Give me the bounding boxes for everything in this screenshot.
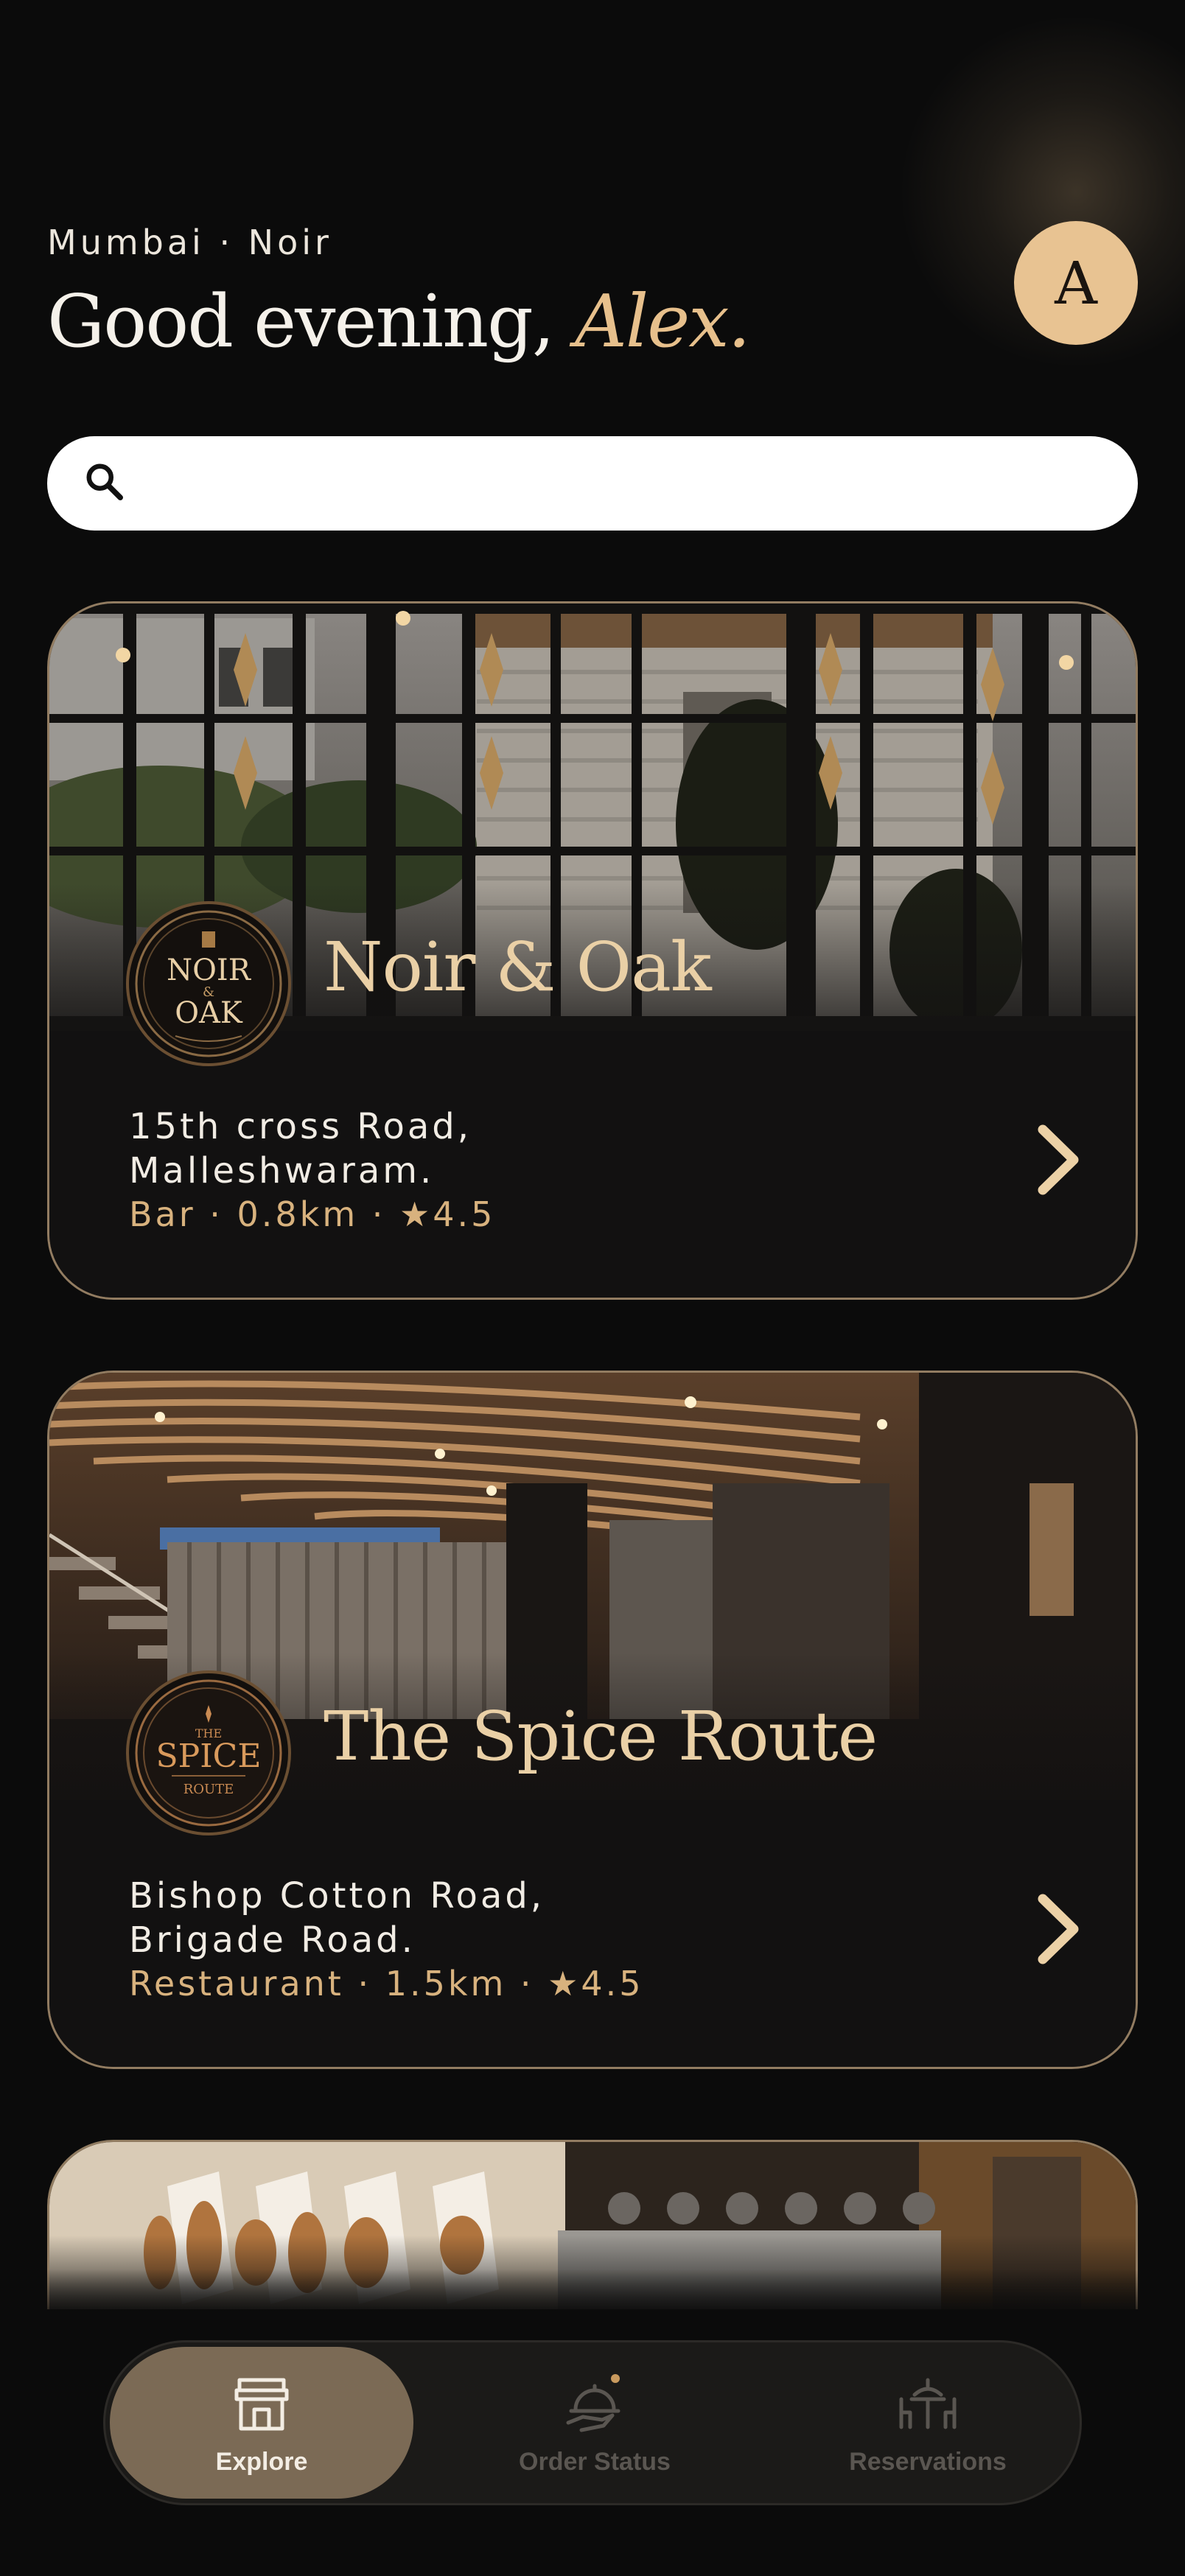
storefront-icon xyxy=(234,2378,289,2430)
venue-card[interactable]: NOIR & OAK Noir & Oak 15th cross Road, M… xyxy=(47,601,1138,1300)
venue-name: Noir & Oak xyxy=(324,928,712,1007)
venue-address: Bishop Cotton Road, Brigade Road. xyxy=(129,1874,545,1962)
nav-item-reservations[interactable]: Reservations xyxy=(776,2347,1080,2499)
address-line-1: Bishop Cotton Road, xyxy=(129,1875,545,1917)
venue-name: The Spice Route xyxy=(324,1697,878,1776)
table-chairs-icon xyxy=(899,2378,957,2429)
venue-meta: Restaurant · 1.5km · ★4.5 xyxy=(129,1964,644,2003)
svg-text:ROUTE: ROUTE xyxy=(183,1782,234,1797)
svg-text:OAK: OAK xyxy=(175,996,243,1030)
nav-item-explore[interactable]: Explore xyxy=(110,2347,413,2499)
the-spice-route-logo: THE SPICE ROUTE xyxy=(126,1670,291,1835)
svg-text:SPICE: SPICE xyxy=(156,1737,262,1775)
venue-meta: Bar · 0.8km · ★4.5 xyxy=(129,1194,496,1234)
search-icon xyxy=(83,460,127,508)
address-line-2: Malleshwaram. xyxy=(129,1150,435,1191)
address-line-1: 15th cross Road, xyxy=(129,1106,472,1147)
location-label: Mumbai · Noir xyxy=(47,223,332,262)
search-input[interactable] xyxy=(149,436,1094,531)
address-line-2: Brigade Road. xyxy=(129,1919,416,1961)
nav-label-order-status: Order Status xyxy=(519,2447,671,2476)
chevron-right-icon[interactable] xyxy=(1022,1889,1096,1970)
nav-label-reservations: Reservations xyxy=(849,2447,1007,2476)
explore-screen: Mumbai · Noir Good evening, Alex. A NOIR… xyxy=(0,0,1185,2576)
nav-item-order-status[interactable]: Order Status xyxy=(443,2347,747,2499)
chevron-right-icon[interactable] xyxy=(1022,1119,1096,1200)
bottom-nav: Explore Order Status Reservations xyxy=(103,2340,1082,2505)
venue-card[interactable]: THE SPICE ROUTE The Spice Route Bishop C… xyxy=(47,1371,1138,2069)
greeting: Good evening, Alex. xyxy=(47,280,751,364)
avatar[interactable]: A xyxy=(1014,221,1138,345)
serving-cloche-icon xyxy=(566,2373,621,2432)
noir-and-oak-logo: NOIR & OAK xyxy=(126,901,291,1066)
nav-label-explore: Explore xyxy=(215,2447,308,2476)
header: Mumbai · Noir Good evening, Alex. xyxy=(47,218,1138,365)
greeting-prefix: Good evening, xyxy=(47,280,555,364)
svg-text:NOIR: NOIR xyxy=(167,953,252,987)
search-bar[interactable] xyxy=(47,436,1138,531)
greeting-name: Alex. xyxy=(575,280,751,364)
venue-address: 15th cross Road, Malleshwaram. xyxy=(129,1105,472,1193)
